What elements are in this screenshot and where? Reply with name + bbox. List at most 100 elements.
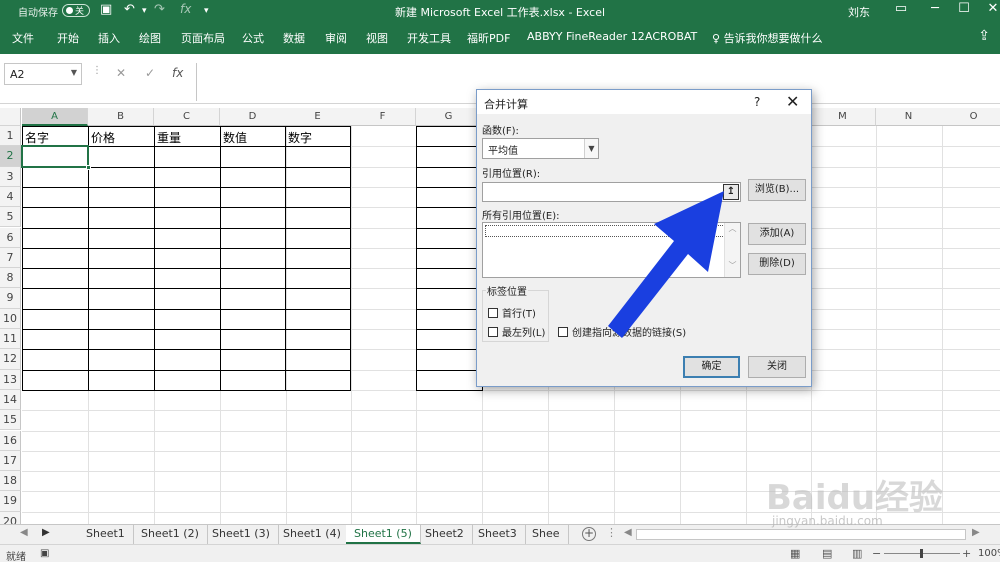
sheet-tab[interactable]: Sheet1 [78, 525, 134, 544]
name-box[interactable]: A2 ▼ [4, 63, 82, 85]
add-button[interactable]: 添加(A) [748, 223, 806, 245]
sheet-tab[interactable]: Sheet1 (2) [133, 525, 208, 544]
column-header-n[interactable]: N [876, 108, 942, 126]
active-cell[interactable] [21, 145, 91, 170]
left-column-checkbox[interactable]: 最左列(L) [488, 324, 545, 339]
zoom-out-icon[interactable]: − [872, 547, 881, 560]
checkbox-box[interactable] [488, 308, 498, 318]
tell-me-box[interactable]: ♀ 告诉我你想要做什么 [712, 30, 823, 46]
chevron-down-icon[interactable]: ▼ [584, 139, 598, 158]
row-header-20[interactable]: 20 [0, 511, 21, 524]
close-icon[interactable]: ✕ [786, 92, 799, 111]
function-select[interactable]: 平均值 ▼ [482, 138, 599, 159]
row-header-12[interactable]: 12 [0, 349, 21, 370]
close-window-icon[interactable]: ✕ [982, 1, 1000, 16]
tab-acrobat[interactable]: ACROBAT [645, 30, 697, 43]
column-header-b[interactable]: B [88, 108, 154, 126]
tab-foxit-pdf[interactable]: 福昕PDF [467, 30, 510, 46]
zoom-in-icon[interactable]: + [962, 547, 971, 560]
row-header-13[interactable]: 13 [0, 369, 21, 390]
normal-view-icon[interactable]: ▦ [790, 547, 800, 560]
tab-developer[interactable]: 开发工具 [407, 30, 451, 46]
tab-view[interactable]: 视图 [366, 30, 388, 46]
column-header-d[interactable]: D [220, 108, 286, 126]
tab-formulas[interactable]: 公式 [242, 30, 264, 46]
tab-abbyy[interactable]: ABBYY FineReader 12 [527, 30, 645, 43]
row-header-14[interactable]: 14 [0, 389, 21, 411]
page-layout-view-icon[interactable]: ▤ [822, 547, 832, 560]
chevron-down-icon[interactable]: ▼ [71, 68, 77, 77]
checkbox-box[interactable] [488, 327, 498, 337]
sheet-tab[interactable]: Sheet1 (4) [275, 525, 350, 544]
tab-file[interactable]: 文件 [12, 30, 34, 46]
page-break-view-icon[interactable]: ▥ [852, 547, 862, 560]
column-header-a[interactable]: A [22, 108, 88, 126]
column-header-f[interactable]: F [350, 108, 416, 126]
column-header-m[interactable]: M [810, 108, 876, 126]
column-header-o[interactable]: O [941, 108, 1000, 126]
next-sheet-icon[interactable]: ▶ [42, 527, 50, 538]
sheet-tab[interactable]: Sheet3 [470, 525, 526, 544]
sheet-tab[interactable]: Shee [524, 525, 569, 544]
add-sheet-icon[interactable]: + [582, 527, 596, 541]
row-header-7[interactable]: 7 [0, 247, 21, 269]
row-header-5[interactable]: 5 [0, 207, 21, 228]
row-header-11[interactable]: 11 [0, 329, 21, 350]
cancel-icon[interactable]: ✕ [116, 66, 126, 80]
browse-button[interactable]: 浏览(B)... [748, 179, 806, 201]
row-header-3[interactable]: 3 [0, 166, 21, 187]
sheet-tab[interactable]: Sheet1 (5) [346, 525, 421, 544]
row-header-6[interactable]: 6 [0, 227, 21, 248]
row-header-4[interactable]: 4 [0, 186, 21, 208]
sheet-split-handle[interactable]: ⋮ [606, 526, 617, 539]
scroll-left-icon[interactable]: ◀ [624, 527, 632, 538]
tab-insert[interactable]: 插入 [98, 30, 120, 46]
header-cell[interactable]: 重量 [157, 129, 181, 146]
header-cell[interactable]: 名字 [25, 129, 49, 146]
header-cell[interactable]: 数字 [288, 129, 312, 146]
row-header-18[interactable]: 18 [0, 471, 21, 492]
ribbon-display-icon[interactable]: ▭ [890, 1, 912, 16]
help-icon[interactable]: ? [754, 95, 760, 109]
tab-page-layout[interactable]: 页面布局 [181, 30, 225, 46]
maximize-icon[interactable]: ☐ [953, 1, 975, 16]
close-button[interactable]: 关闭 [748, 356, 806, 378]
row-header-15[interactable]: 15 [0, 410, 21, 431]
header-cell[interactable]: 价格 [91, 129, 115, 146]
row-header-19[interactable]: 19 [0, 491, 21, 512]
formula-bar-grip[interactable]: ⋮ [92, 65, 102, 76]
select-all-corner[interactable] [0, 108, 21, 126]
minimize-icon[interactable]: ─ [924, 1, 946, 16]
enter-icon[interactable]: ✓ [145, 66, 155, 80]
zoom-level[interactable]: 100% [978, 548, 1000, 559]
row-header-16[interactable]: 16 [0, 430, 21, 451]
prev-sheet-icon[interactable]: ◀ [20, 527, 28, 538]
row-header-17[interactable]: 17 [0, 450, 21, 472]
dialog-title-bar[interactable]: 合并计算 ? ✕ [477, 90, 811, 114]
column-header-c[interactable]: C [154, 108, 220, 126]
sheet-tab[interactable]: Sheet2 [417, 525, 473, 544]
header-cell[interactable]: 数值 [223, 129, 247, 146]
scroll-right-icon[interactable]: ▶ [972, 527, 980, 538]
tab-home[interactable]: 开始 [57, 30, 79, 46]
delete-button[interactable]: 删除(D) [748, 253, 806, 275]
sheet-tab[interactable]: Sheet1 (3) [204, 525, 279, 544]
row-header-10[interactable]: 10 [0, 308, 21, 329]
tab-review[interactable]: 审阅 [325, 30, 347, 46]
row-header-8[interactable]: 8 [0, 268, 21, 289]
ok-button[interactable]: 确定 [683, 356, 740, 378]
insert-function-icon[interactable]: fx [172, 66, 183, 80]
tab-data[interactable]: 数据 [283, 30, 305, 46]
tab-draw[interactable]: 绘图 [139, 30, 161, 46]
row-header-2[interactable]: 2 [0, 146, 21, 167]
fill-handle[interactable] [86, 164, 91, 170]
macro-record-icon[interactable]: ▣ [40, 548, 49, 559]
row-header-9[interactable]: 9 [0, 288, 21, 309]
first-row-checkbox[interactable]: 首行(T) [488, 305, 536, 320]
column-header-e[interactable]: E [285, 108, 351, 126]
share-icon[interactable]: ⇪ [978, 28, 990, 44]
column-header-g[interactable]: G [416, 108, 482, 126]
row-header-1[interactable]: 1 [0, 126, 21, 147]
zoom-slider-knob[interactable] [920, 549, 923, 558]
checkbox-box[interactable] [558, 327, 568, 337]
